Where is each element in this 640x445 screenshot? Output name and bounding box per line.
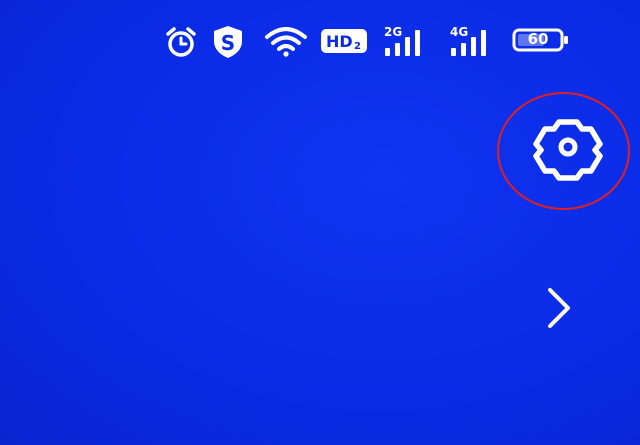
next-button[interactable]	[536, 282, 584, 334]
signal-2g-icon: 2G	[382, 24, 432, 58]
signal-2g-label: 2G	[384, 25, 402, 39]
alarm-icon	[164, 26, 198, 58]
signal-4g-icon: 4G	[448, 24, 498, 58]
hd-label: HD	[326, 32, 353, 51]
chevron-right-icon	[548, 288, 570, 328]
hd-sublabel: 2	[354, 41, 361, 52]
wifi-icon	[264, 27, 308, 57]
signal-4g-label: 4G	[450, 25, 468, 39]
hd-voice-icon: HD 2	[320, 28, 368, 54]
settings-button[interactable]	[528, 110, 608, 190]
shield-s-icon: S	[210, 24, 246, 60]
phone-screen: S HD 2 2G 4G 60	[0, 0, 640, 445]
status-bar: S HD 2 2G 4G 60	[160, 20, 580, 60]
shield-letter: S	[221, 31, 235, 55]
battery-icon: 60	[512, 28, 572, 52]
gear-icon	[533, 119, 603, 181]
battery-level: 60	[527, 30, 549, 48]
